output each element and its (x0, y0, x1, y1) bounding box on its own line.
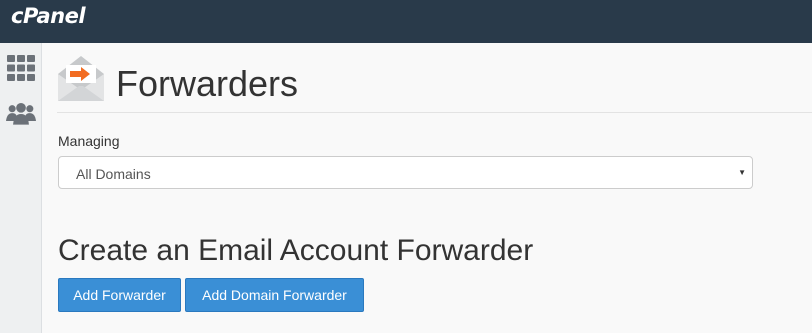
main-content: Forwarders Managing All Domains ▼ Create… (43, 43, 812, 333)
chevron-down-icon: ▼ (738, 168, 746, 177)
top-bar: cPanel (0, 0, 812, 43)
sidebar (0, 43, 42, 333)
add-domain-forwarder-button[interactable]: Add Domain Forwarder (185, 278, 364, 312)
section-title: Create an Email Account Forwarder (58, 234, 534, 267)
cpanel-logo[interactable]: cPanel (11, 4, 86, 28)
add-forwarder-button[interactable]: Add Forwarder (58, 278, 181, 312)
users-icon[interactable] (6, 100, 36, 128)
domain-select-value: All Domains (76, 166, 151, 182)
domain-select[interactable]: All Domains ▼ (58, 156, 753, 189)
managing-label: Managing (58, 133, 120, 149)
grid-icon[interactable] (6, 54, 36, 82)
title-divider (57, 112, 812, 113)
envelope-forward-icon (58, 56, 104, 101)
page-title: Forwarders (116, 63, 299, 104)
